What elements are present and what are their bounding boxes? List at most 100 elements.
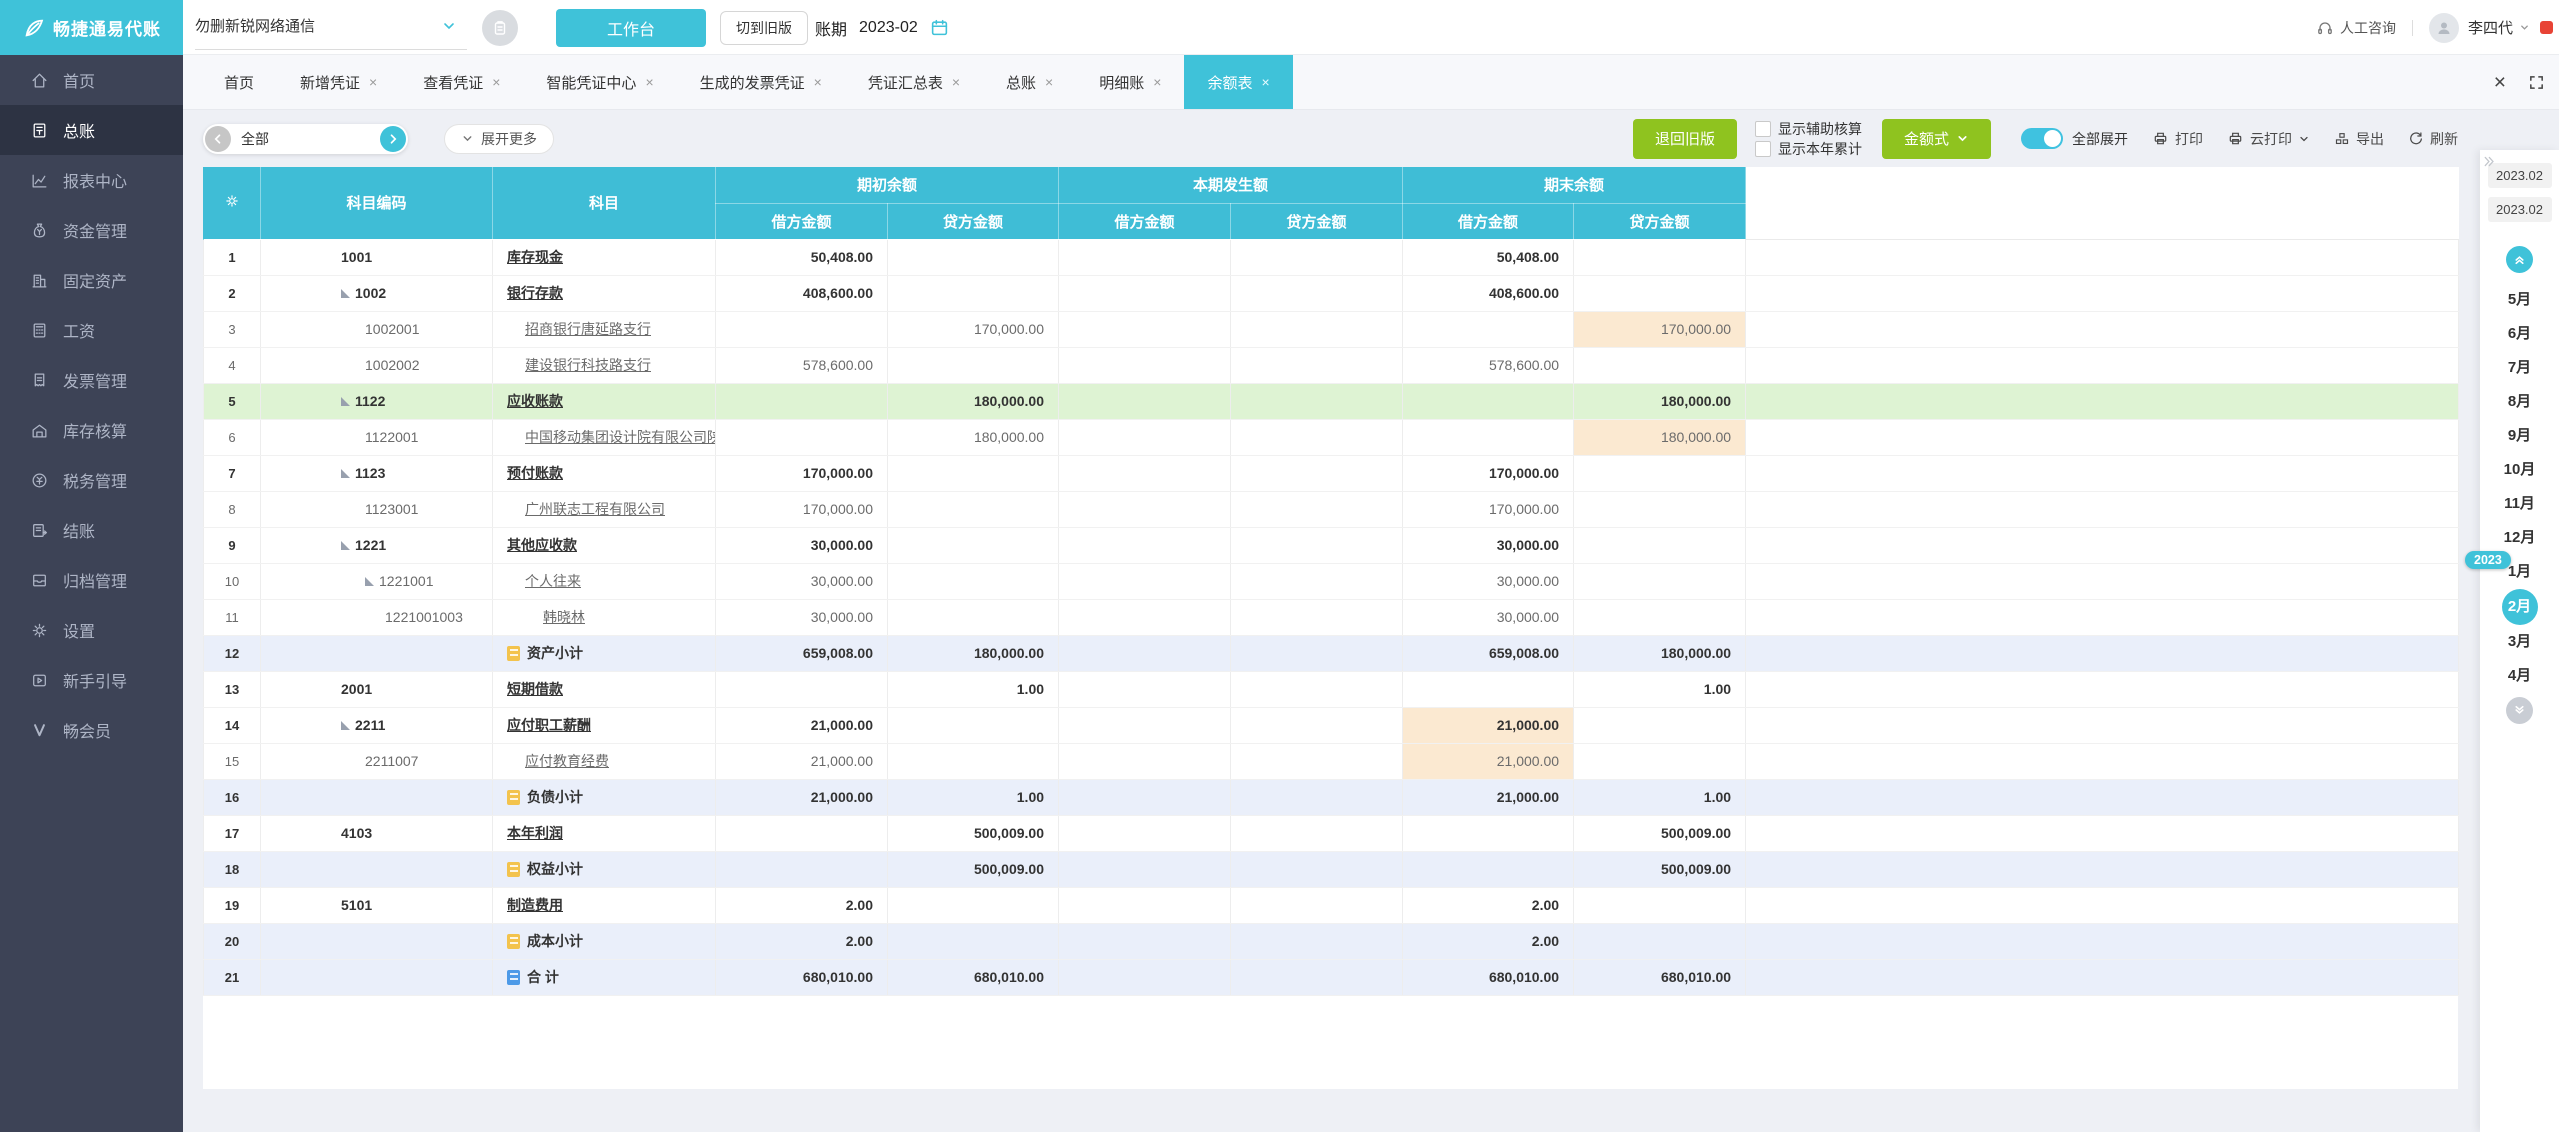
tab-close-icon[interactable]: × xyxy=(492,74,500,90)
table-row[interactable]: 6 1122001 中国移动集团设计院有限公司陕西 180,000.00 180,000… xyxy=(203,419,2460,456)
user-name[interactable]: 李四代 xyxy=(2468,17,2513,38)
tab-明细账[interactable]: 明细账 × xyxy=(1076,55,1184,109)
account-name-link[interactable]: 预付账款 xyxy=(507,463,563,483)
expand-arrow-icon[interactable] xyxy=(341,540,350,550)
expand-arrow-icon[interactable] xyxy=(341,468,350,478)
column-settings-header[interactable] xyxy=(203,167,261,240)
tab-首页[interactable]: 首页 xyxy=(201,55,277,109)
month-item-7月[interactable]: 7月 xyxy=(2500,351,2540,385)
table-row[interactable]: 19 5101 制造费用 2.00 2.00 xyxy=(203,887,2460,924)
amount-style-button[interactable]: 金额式 xyxy=(1881,118,1991,159)
table-row[interactable]: 16 负债小计 21,000.00 1.00 21,000.00 1.00 xyxy=(203,779,2460,816)
expand-arrow-icon[interactable] xyxy=(341,396,350,406)
month-item-2月[interactable]: 2月 xyxy=(2501,589,2538,625)
checkbox-year-to-date[interactable]: 显示本年累计 xyxy=(1754,139,1862,159)
back-old-version-button[interactable]: 退回旧版 xyxy=(1632,118,1737,159)
table-row[interactable]: 15 2211007 应付教育经费 21,000.00 21,000.00 xyxy=(203,743,2460,780)
filter-next-icon[interactable] xyxy=(380,125,406,152)
sidebar-item-archive[interactable]: 归档管理 xyxy=(0,555,183,605)
tab-close-icon[interactable]: × xyxy=(1261,74,1269,90)
table-row[interactable]: 17 4103 本年利润 500,009.00 500,009.00 xyxy=(203,815,2460,852)
expand-arrow-icon[interactable] xyxy=(365,576,374,586)
expand-arrow-icon[interactable] xyxy=(341,288,350,298)
expand-more-button[interactable]: 展开更多 xyxy=(444,123,554,154)
table-row[interactable]: 14 2211 应付职工薪酬 21,000.00 21,000.00 xyxy=(203,707,2460,744)
table-row[interactable]: 2 1002 银行存款 408,600.00 408,600.00 xyxy=(203,275,2460,312)
sidebar-item-home[interactable]: 首页 xyxy=(0,55,183,105)
account-name-link[interactable]: 应付教育经费 xyxy=(525,751,609,771)
export-button[interactable]: 导出 xyxy=(2334,129,2384,149)
company-selector[interactable]: 勿删新锐网络通信 xyxy=(195,2,467,50)
account-name-link[interactable]: 韩晓林 xyxy=(543,607,585,627)
sidebar-item-tax[interactable]: 税务管理 xyxy=(0,455,183,505)
tab-总账[interactable]: 总账 × xyxy=(983,55,1076,109)
calendar-icon[interactable] xyxy=(930,18,949,37)
tab-close-icon[interactable]: × xyxy=(1045,74,1053,90)
table-row[interactable]: 18 权益小计 500,009.00 500,009.00 xyxy=(203,851,2460,888)
account-name-link[interactable]: 制造费用 xyxy=(507,895,563,915)
tab-智能凭证中心[interactable]: 智能凭证中心 × xyxy=(523,55,676,109)
table-row[interactable]: 21 合 计 680,010.00 680,010.00 680,010.00 680,0… xyxy=(203,959,2460,996)
tab-生成的发票凭证[interactable]: 生成的发票凭证 × xyxy=(677,55,845,109)
switch-old-version-button[interactable]: 切到旧版 xyxy=(720,11,808,45)
period-to-box[interactable]: 2023.02 xyxy=(2487,197,2552,222)
print-button[interactable]: 打印 xyxy=(2152,129,2203,149)
account-name-link[interactable]: 广州联志工程有限公司 xyxy=(525,499,665,519)
account-name-link[interactable]: 招商银行唐延路支行 xyxy=(525,319,651,339)
months-scroll-up-icon[interactable] xyxy=(2506,246,2533,273)
period-from-box[interactable]: 2023.02 xyxy=(2487,163,2552,188)
avatar[interactable] xyxy=(2428,12,2459,43)
account-name-link[interactable]: 银行存款 xyxy=(507,283,563,303)
month-item-8月[interactable]: 8月 xyxy=(2500,385,2540,419)
checkbox-box[interactable] xyxy=(1754,120,1771,137)
sidebar-item-reports[interactable]: 报表中心 xyxy=(0,155,183,205)
month-item-3月[interactable]: 3月 xyxy=(2500,625,2540,659)
subject-filter[interactable]: 全部 xyxy=(203,123,408,154)
account-name-link[interactable]: 短期借款 xyxy=(507,679,563,699)
refresh-button[interactable]: 刷新 xyxy=(2408,129,2458,149)
tab-close-icon[interactable]: × xyxy=(369,74,377,90)
table-row[interactable]: 3 1002001 招商银行唐延路支行 170,000.00 170,000.00 xyxy=(203,311,2460,348)
table-row[interactable]: 8 1123001 广州联志工程有限公司 170,000.00 170,000.00 xyxy=(203,491,2460,528)
table-row[interactable]: 1 1001 库存现金 50,408.00 50,408.00 xyxy=(203,239,2460,276)
tab-新增凭证[interactable]: 新增凭证 × xyxy=(277,55,400,109)
sidebar-item-vip[interactable]: 畅会员 xyxy=(0,705,183,755)
checkbox-aux-accounting[interactable]: 显示辅助核算 xyxy=(1754,119,1862,139)
tab-close-icon[interactable]: × xyxy=(952,74,960,90)
tab-close-icon[interactable]: × xyxy=(814,74,822,90)
expand-arrow-icon[interactable] xyxy=(341,720,350,730)
month-item-9月[interactable]: 9月 xyxy=(2500,419,2540,453)
month-item-10月[interactable]: 10月 xyxy=(2500,453,2540,487)
tab-查看凭证[interactable]: 查看凭证 × xyxy=(400,55,523,109)
account-name-link[interactable]: 个人往来 xyxy=(525,571,581,591)
months-scroll-down-icon[interactable] xyxy=(2506,697,2533,724)
fullscreen-icon[interactable] xyxy=(2528,74,2545,91)
table-row[interactable]: 12 资产小计 659,008.00 180,000.00 659,008.00 180,… xyxy=(203,635,2460,672)
table-row[interactable]: 7 1123 预付账款 170,000.00 170,000.00 xyxy=(203,455,2460,492)
account-name-link[interactable]: 其他应收款 xyxy=(507,535,577,555)
table-row[interactable]: 5 1122 应收账款 180,000.00 180,000.00 xyxy=(203,383,2460,420)
sidebar-item-invoice[interactable]: 发票管理 xyxy=(0,355,183,405)
month-item-4月[interactable]: 4月 xyxy=(2500,659,2540,693)
month-item-11月[interactable]: 11月 xyxy=(2500,487,2540,521)
account-name-link[interactable]: 中国移动集团设计院有限公司陕西 xyxy=(525,427,715,447)
filter-prev-icon[interactable] xyxy=(205,125,231,152)
company-info-icon[interactable] xyxy=(482,10,518,46)
sidebar-item-guide[interactable]: 新手引导 xyxy=(0,655,183,705)
sidebar-item-assets[interactable]: 固定资产 xyxy=(0,255,183,305)
account-name-link[interactable]: 本年利润 xyxy=(507,823,563,843)
workbench-button[interactable]: 工作台 xyxy=(556,9,706,47)
account-name-link[interactable]: 建设银行科技路支行 xyxy=(525,355,651,375)
table-row[interactable]: 20 成本小计 2.00 2.00 xyxy=(203,923,2460,960)
account-name-link[interactable]: 应付职工薪酬 xyxy=(507,715,591,735)
tab-凭证汇总表[interactable]: 凭证汇总表 × xyxy=(845,55,983,109)
table-row[interactable]: 4 1002002 建设银行科技路支行 578,600.00 578,600.00 xyxy=(203,347,2460,384)
sidebar-item-settings[interactable]: 设置 xyxy=(0,605,183,655)
table-row[interactable]: 13 2001 短期借款 1.00 1.00 xyxy=(203,671,2460,708)
checkbox-box[interactable] xyxy=(1754,140,1771,157)
account-name-link[interactable]: 库存现金 xyxy=(507,247,563,267)
month-item-12月[interactable]: 12月 xyxy=(2500,521,2540,555)
table-row[interactable]: 11 1221001003 韩晓林 30,000.00 30,000.00 xyxy=(203,599,2460,636)
consult-link[interactable]: 人工咨询 xyxy=(2340,18,2396,38)
tab-余额表[interactable]: 余额表 × xyxy=(1184,55,1293,109)
